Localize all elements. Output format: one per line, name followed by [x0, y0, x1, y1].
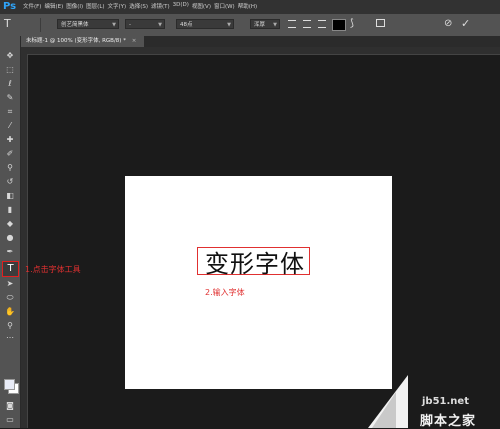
shape-tool-icon[interactable]: ⬭ [4, 292, 16, 303]
crop-tool-icon[interactable]: ⌗ [4, 106, 16, 117]
quick-select-tool-icon[interactable]: ✎ [4, 92, 16, 103]
warp-text-icon[interactable]: ⟆ [350, 18, 354, 29]
font-style-select[interactable]: - ▼ [125, 19, 165, 29]
align-left-icon[interactable] [288, 20, 296, 28]
annotation-step-2: 2.输入字体 [205, 288, 245, 297]
eraser-tool-icon[interactable]: ◧ [4, 190, 16, 201]
canvas-text-layer[interactable]: 变形字体 [205, 244, 305, 279]
horizontal-ruler [27, 47, 500, 55]
watermark-page-curl-shadow [372, 392, 396, 428]
chevron-down-icon: ▼ [227, 22, 231, 28]
font-size-select[interactable]: 48点 ▼ [176, 19, 234, 29]
font-style-value: - [129, 22, 131, 28]
character-panel-icon[interactable] [376, 19, 385, 27]
antialias-select[interactable]: 浑厚 ▼ [250, 19, 280, 29]
photoshop-logo: Ps [3, 1, 17, 12]
text-color-swatch[interactable] [332, 19, 346, 31]
font-size-value: 48点 [180, 22, 193, 28]
healing-brush-tool-icon[interactable]: ✚ [4, 134, 16, 145]
chevron-down-icon: ▼ [158, 22, 162, 28]
pen-tool-icon[interactable]: ✒ [4, 246, 16, 257]
menu-select[interactable]: 选择(S) [129, 2, 148, 10]
font-family-select[interactable]: 创艺简黑体 ▼ [57, 19, 119, 29]
menu-view[interactable]: 视图(V) [192, 2, 211, 10]
menu-bar: Ps 文件(F) 编辑(E) 图像(I) 图层(L) 文字(Y) 选择(S) 滤… [0, 0, 500, 14]
more-tools-icon[interactable]: ⋯ [4, 332, 16, 343]
move-tool-icon[interactable]: ✥ [4, 50, 16, 61]
marquee-tool-icon[interactable]: ⬚ [4, 64, 16, 75]
menu-items: 文件(F) 编辑(E) 图像(I) 图层(L) 文字(Y) 选择(S) 滤镜(T… [23, 2, 257, 10]
lasso-tool-icon[interactable]: ℓ [4, 78, 16, 89]
history-brush-tool-icon[interactable]: ↺ [4, 176, 16, 187]
antialias-value: 浑厚 [254, 22, 266, 28]
watermark-brand: 脚本之家 [420, 414, 477, 429]
menu-layer[interactable]: 图层(L) [86, 2, 104, 10]
commit-check-icon[interactable]: ✓ [461, 17, 470, 30]
options-bar: T 创艺简黑体 ▼ - ▼ 48点 ▼ 浑厚 ▼ ⟆ ⊘ ✓ [0, 14, 500, 37]
hand-tool-icon[interactable]: ✋ [4, 306, 16, 317]
foreground-color-swatch[interactable] [4, 379, 15, 390]
document-tab-label: 未标题-1 @ 100% (变形字体, RGB/8) * [26, 38, 126, 44]
tools-panel: ✥ ⬚ ℓ ✎ ⌗ ⁄ ✚ ✐ ⚲ ↺ ◧ ▮ ◆ ● ✒ T ➤ ⬭ ✋ ⚲ … [0, 36, 21, 428]
eyedropper-tool-icon[interactable]: ⁄ [4, 120, 16, 131]
menu-3d[interactable]: 3D(D) [173, 2, 189, 10]
clone-stamp-tool-icon[interactable]: ⚲ [4, 162, 16, 173]
chevron-down-icon: ▼ [273, 22, 277, 28]
chevron-down-icon: ▼ [112, 22, 116, 28]
quick-mask-icon[interactable]: ◙ [4, 400, 16, 411]
separator [40, 18, 41, 32]
cancel-icon[interactable]: ⊘ [444, 18, 452, 29]
menu-window[interactable]: 窗口(W) [214, 2, 235, 10]
document-tab-bar: 未标题-1 @ 100% (变形字体, RGB/8) * × [20, 36, 500, 47]
watermark-site: jb51.net [422, 396, 469, 407]
type-tool-icon[interactable]: T [2, 261, 19, 277]
menu-file[interactable]: 文件(F) [23, 2, 41, 10]
align-right-icon[interactable] [318, 20, 326, 28]
gradient-tool-icon[interactable]: ▮ [4, 204, 16, 215]
document-tab[interactable]: 未标题-1 @ 100% (变形字体, RGB/8) * × [20, 36, 145, 47]
vertical-ruler [20, 54, 28, 428]
menu-image[interactable]: 图像(I) [66, 2, 83, 10]
zoom-tool-icon[interactable]: ⚲ [4, 320, 16, 331]
screen-mode-icon[interactable]: ▭ [4, 414, 16, 425]
path-selection-tool-icon[interactable]: ➤ [4, 278, 16, 289]
align-center-icon[interactable] [303, 20, 311, 28]
dodge-tool-icon[interactable]: ● [4, 232, 16, 243]
menu-filter[interactable]: 滤镜(T) [151, 2, 170, 10]
font-family-value: 创艺简黑体 [61, 22, 89, 28]
annotation-step-1: 1.点击字体工具 [25, 265, 81, 274]
menu-help[interactable]: 帮助(H) [238, 2, 257, 10]
close-icon[interactable]: × [132, 38, 137, 44]
blur-tool-icon[interactable]: ◆ [4, 218, 16, 229]
brush-tool-icon[interactable]: ✐ [4, 148, 16, 159]
menu-type[interactable]: 文字(Y) [108, 2, 127, 10]
text-align-group [288, 20, 326, 28]
type-tool-preset-icon[interactable]: T [4, 17, 11, 30]
menu-edit[interactable]: 编辑(E) [44, 2, 63, 10]
ruler-corner [20, 47, 27, 54]
document-canvas[interactable] [125, 176, 392, 389]
